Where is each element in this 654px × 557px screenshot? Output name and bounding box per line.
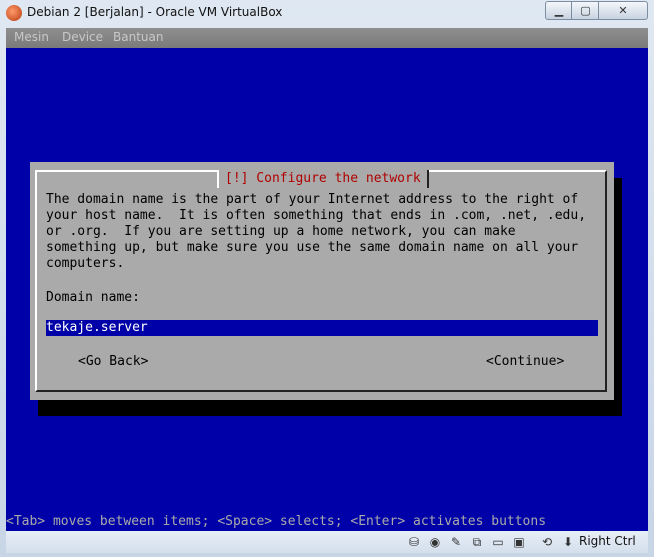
close-button[interactable]: ✕: [598, 1, 648, 20]
hard-disk-icon[interactable]: ⛁: [406, 534, 422, 550]
host-key-label: Right Ctrl: [579, 534, 636, 548]
virtualbox-window: Debian 2 [Berjalan] - Oracle VM VirtualB…: [0, 0, 654, 557]
domain-name-input[interactable]: [46, 320, 598, 336]
window-title: Debian 2 [Berjalan] - Oracle VM VirtualB…: [27, 5, 283, 19]
maximize-icon: ▢: [580, 4, 591, 17]
go-back-button[interactable]: <Go Back>: [78, 354, 148, 369]
shared-folder-icon[interactable]: ▭: [490, 534, 506, 550]
network-icon[interactable]: ⧉: [469, 534, 485, 550]
close-icon: ✕: [618, 4, 628, 17]
vm-display[interactable]: [!] Configure the network The domain nam…: [6, 48, 648, 531]
configure-network-dialog: [!] Configure the network The domain nam…: [30, 162, 614, 400]
mouse-integration-icon[interactable]: ⟲: [539, 534, 555, 550]
domain-name-label: Domain name:: [46, 290, 140, 305]
virtualbox-icon: [6, 5, 22, 21]
menu-bantuan[interactable]: Bantuan: [113, 30, 163, 44]
maximize-button[interactable]: ▢: [571, 1, 600, 20]
minimize-button[interactable]: ▁: [545, 1, 573, 20]
dialog-title: [!] Configure the network: [217, 170, 429, 188]
display-icon[interactable]: ▣: [511, 534, 527, 550]
optical-drive-icon[interactable]: ◉: [427, 534, 443, 550]
menu-mesin[interactable]: Mesin: [14, 30, 49, 44]
status-bar: ⛁ ◉ ✎ ⧉ ▭ ▣ ⟲ ⬇ Right Ctrl: [6, 531, 648, 553]
continue-button[interactable]: <Continue>: [486, 354, 564, 369]
host-key-arrow-icon[interactable]: ⬇: [560, 534, 576, 550]
usb-icon[interactable]: ✎: [448, 534, 464, 550]
keyboard-help-line: <Tab> moves between items; <Space> selec…: [6, 514, 547, 529]
title-bar[interactable]: Debian 2 [Berjalan] - Oracle VM VirtualB…: [0, 0, 654, 26]
minimize-icon: ▁: [554, 4, 564, 17]
dialog-description: The domain name is the part of your Inte…: [46, 192, 587, 271]
menu-bar: Mesin Device Bantuan: [6, 28, 648, 48]
menu-device[interactable]: Device: [62, 30, 103, 44]
